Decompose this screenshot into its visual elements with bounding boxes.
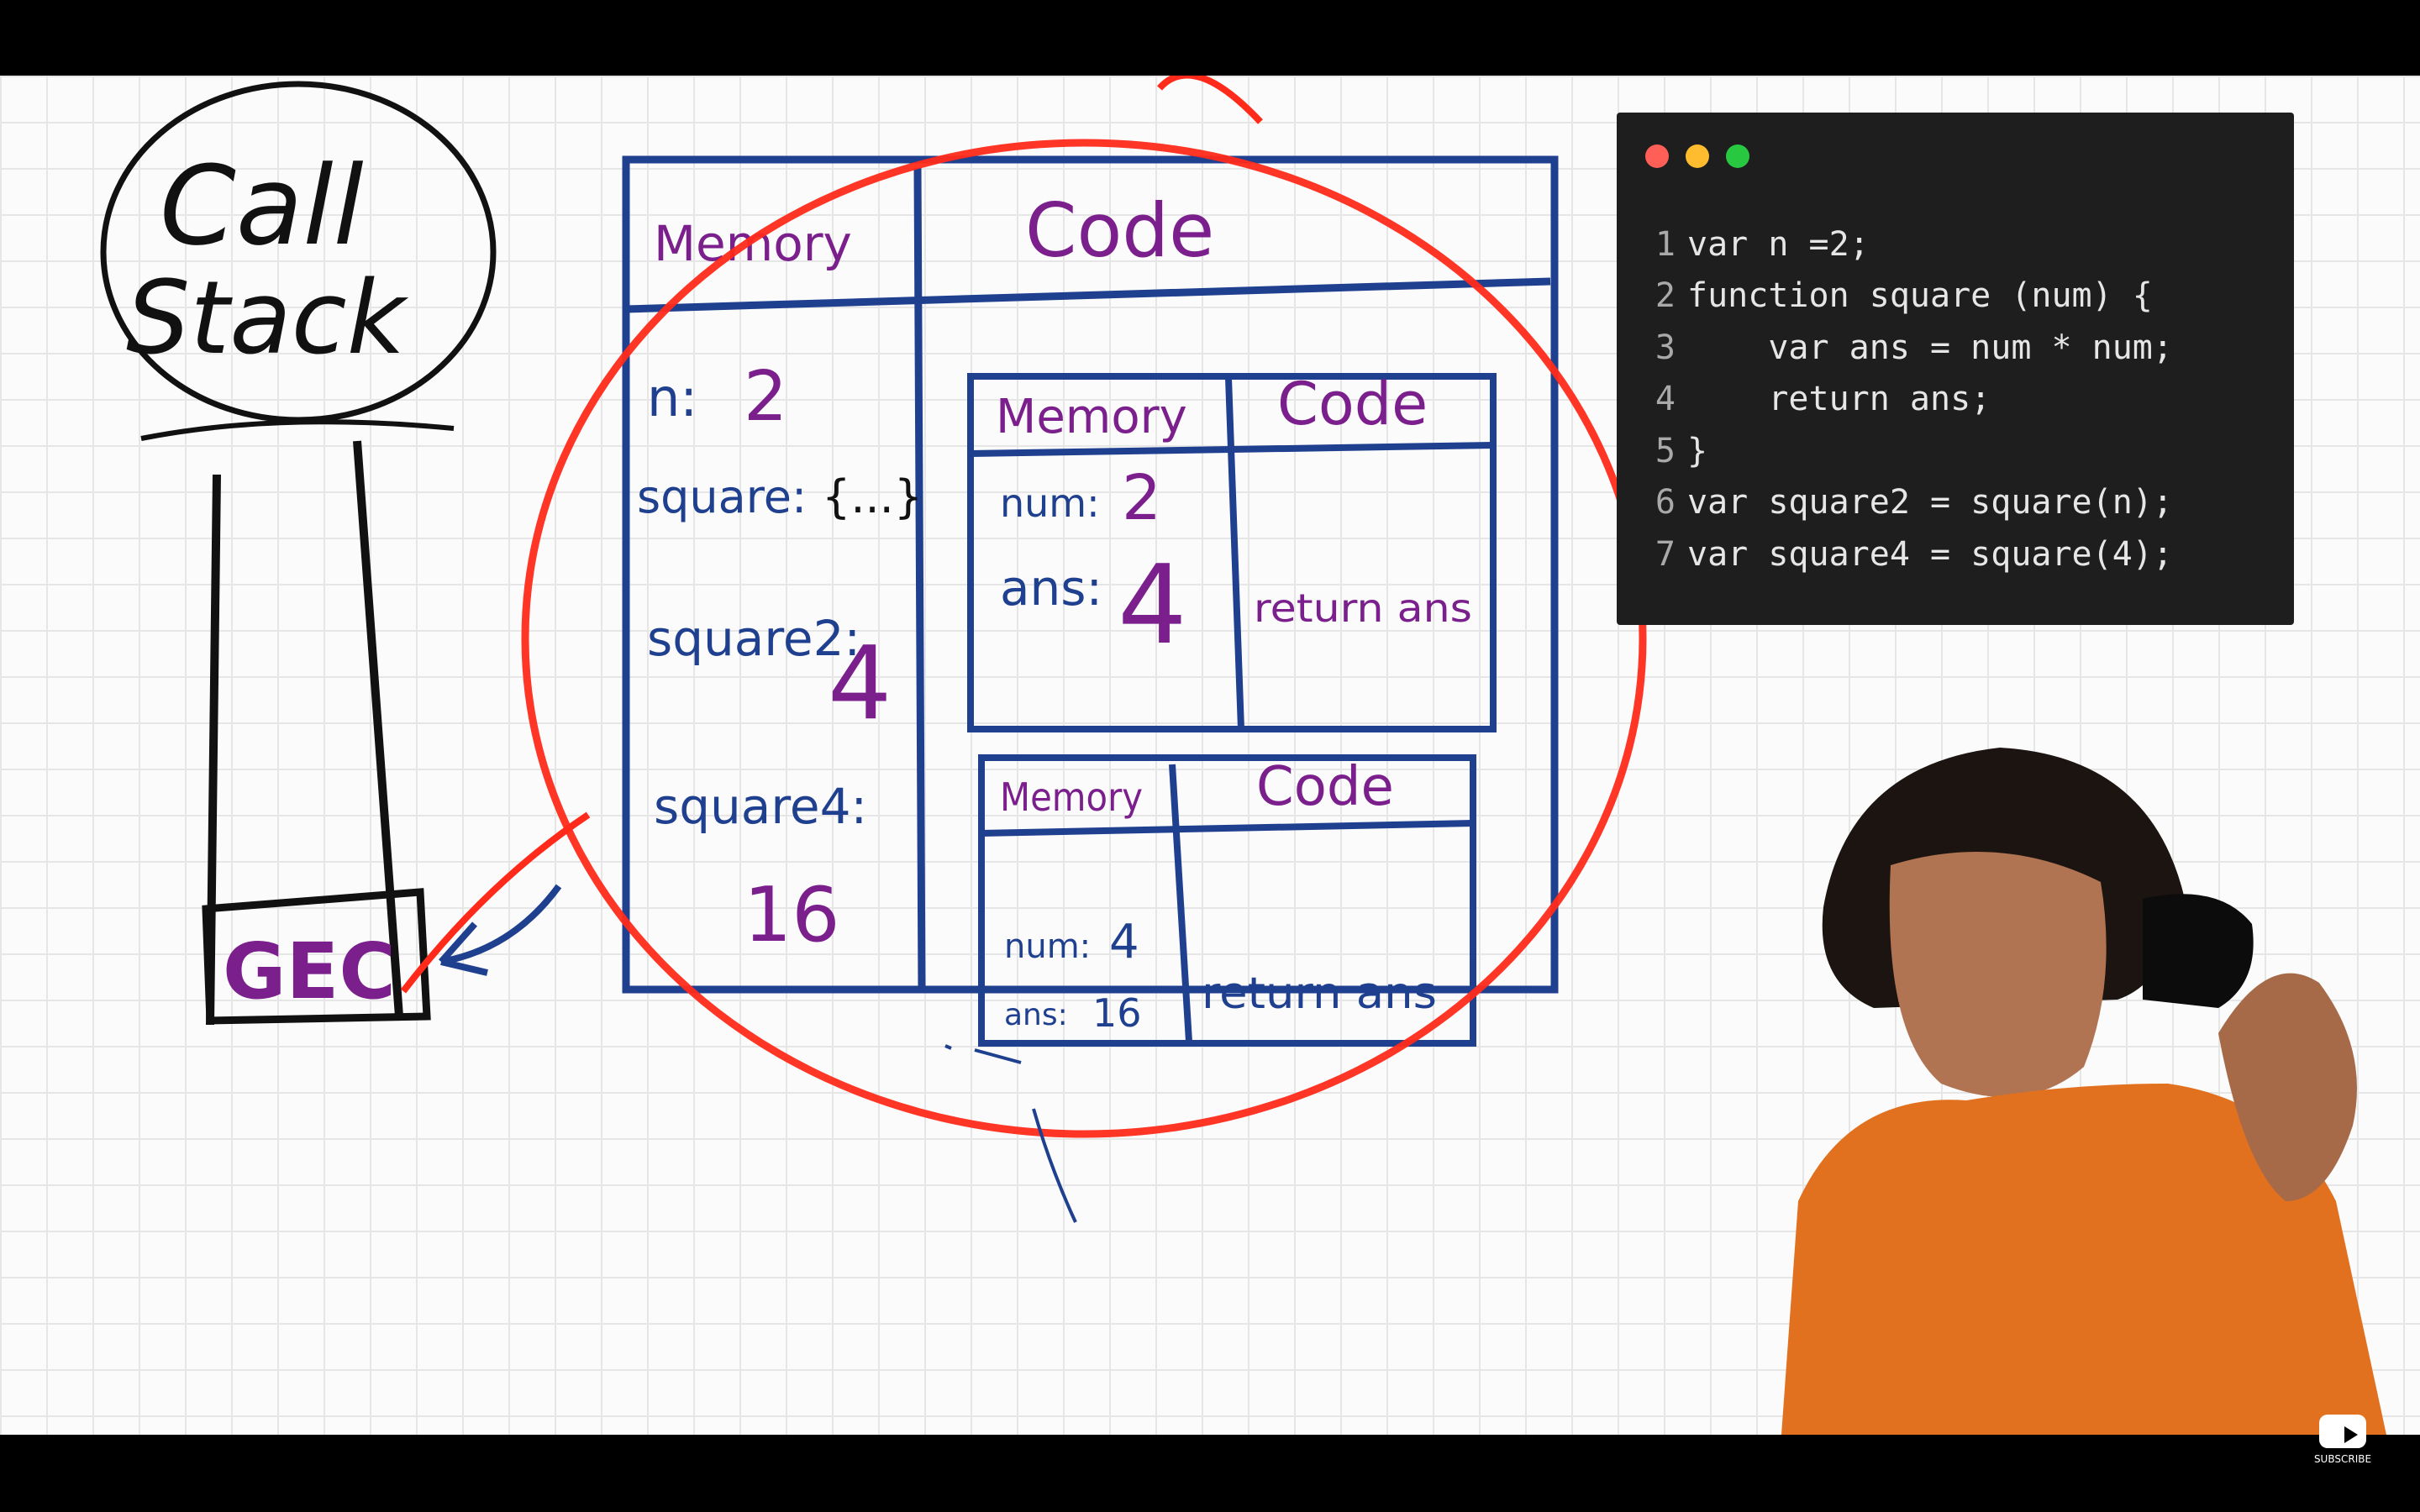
gec-label: GEC — [223, 927, 396, 1016]
stack-left-wall — [206, 474, 221, 1026]
highlight-loop — [1157, 76, 1263, 124]
inner-2-ans-value: 16 — [1092, 990, 1142, 1036]
subscribe-button[interactable]: SUBSCRIBE — [2312, 1411, 2373, 1472]
presenter-face — [1889, 852, 2107, 1097]
video-top-letterbox — [0, 0, 2420, 76]
window-minimize-dot — [1686, 144, 1709, 168]
video-bottom-letterbox — [0, 1435, 2420, 1512]
inner-1-code-header: Code — [1277, 370, 1428, 438]
memory-entry-square4-value: 16 — [744, 871, 840, 959]
memory-entry-square-name: square: — [637, 470, 807, 523]
call-stack-label-line1: Call — [160, 142, 364, 270]
memory-entry-n-value: 2 — [744, 357, 787, 437]
inner-context-2-vertical — [1169, 764, 1192, 1042]
call-stack-underline — [140, 419, 455, 441]
code-line: 5} — [1617, 425, 2294, 477]
code-line: 1 var n =2; — [1617, 218, 2294, 270]
line-number: 4 — [1655, 380, 1676, 419]
code-text: var n =2; — [1687, 224, 1870, 264]
code-text: var square2 = square(n); — [1687, 483, 2173, 522]
inner-2-num-value: 4 — [1109, 915, 1139, 969]
code-text: return ans; — [1687, 380, 1991, 419]
outer-memory-header: Memory — [654, 215, 852, 272]
inner-context-1-horizontal — [970, 442, 1494, 457]
line-number: 5 — [1655, 431, 1676, 470]
memory-entry-square4-name: square4: — [654, 778, 867, 835]
presenter-headrest — [2143, 894, 2254, 1008]
code-text: var ans = num * num; — [1687, 328, 2173, 367]
inner-context-1-vertical — [1225, 377, 1244, 730]
presenter-webcam-figure — [1781, 748, 2386, 1435]
code-line: 3 var ans = num * num; — [1617, 322, 2294, 374]
inner-2-code-header: Code — [1256, 756, 1394, 818]
inner-2-ans-label: ans: — [1004, 998, 1068, 1032]
memory-entry-square2-value: 4 — [828, 626, 892, 743]
code-lines: 1 var n =2; 2 function square (num) { 3 va… — [1617, 218, 2294, 580]
youtube-play-icon — [2319, 1415, 2366, 1448]
code-snippet-window: 1 var n =2; 2 function square (num) { 3 va… — [1617, 113, 2294, 625]
code-text: } — [1687, 431, 1708, 470]
memory-entry-square-value: {...} — [822, 470, 923, 523]
line-number: 7 — [1655, 534, 1676, 574]
inner-2-code-text: return ans — [1202, 969, 1437, 1019]
call-stack-label-line2: Stack — [126, 260, 409, 377]
window-close-dot — [1645, 144, 1669, 168]
window-maximize-dot — [1726, 144, 1749, 168]
outer-divider-vertical — [913, 167, 926, 992]
code-line: 6 var square2 = square(n); — [1617, 477, 2294, 529]
outer-divider-horizontal — [625, 277, 1551, 313]
code-line: 4 return ans; — [1617, 374, 2294, 426]
line-number: 1 — [1655, 224, 1676, 264]
inner-1-code-text: return ans — [1254, 585, 1472, 631]
code-text: var square4 = square(4); — [1687, 534, 2173, 574]
code-line: 7 var square4 = square(4); — [1617, 528, 2294, 580]
highlight-tail — [400, 811, 591, 994]
line-number: 3 — [1655, 328, 1676, 367]
inner-1-num-label: num: — [1000, 480, 1100, 526]
code-line: 2 function square (num) { — [1617, 270, 2294, 323]
inner-1-memory-header: Memory — [996, 390, 1187, 444]
inner-2-memory-header: Memory — [1000, 774, 1143, 820]
outer-code-header: Code — [1025, 187, 1214, 274]
code-text: function square (num) { — [1687, 276, 2153, 316]
inner-1-num-value: 2 — [1122, 462, 1161, 534]
inner-2-num-label: num: — [1004, 927, 1091, 966]
memory-entry-n-name: n: — [647, 367, 697, 428]
line-number: 2 — [1655, 276, 1676, 316]
inner-1-ans-value: 4 — [1118, 541, 1187, 669]
subscribe-label: SUBSCRIBE — [2313, 1453, 2372, 1465]
line-number: 6 — [1655, 483, 1676, 522]
inner-context-2-horizontal — [981, 820, 1474, 837]
inner-1-ans-label: ans: — [1000, 559, 1102, 617]
